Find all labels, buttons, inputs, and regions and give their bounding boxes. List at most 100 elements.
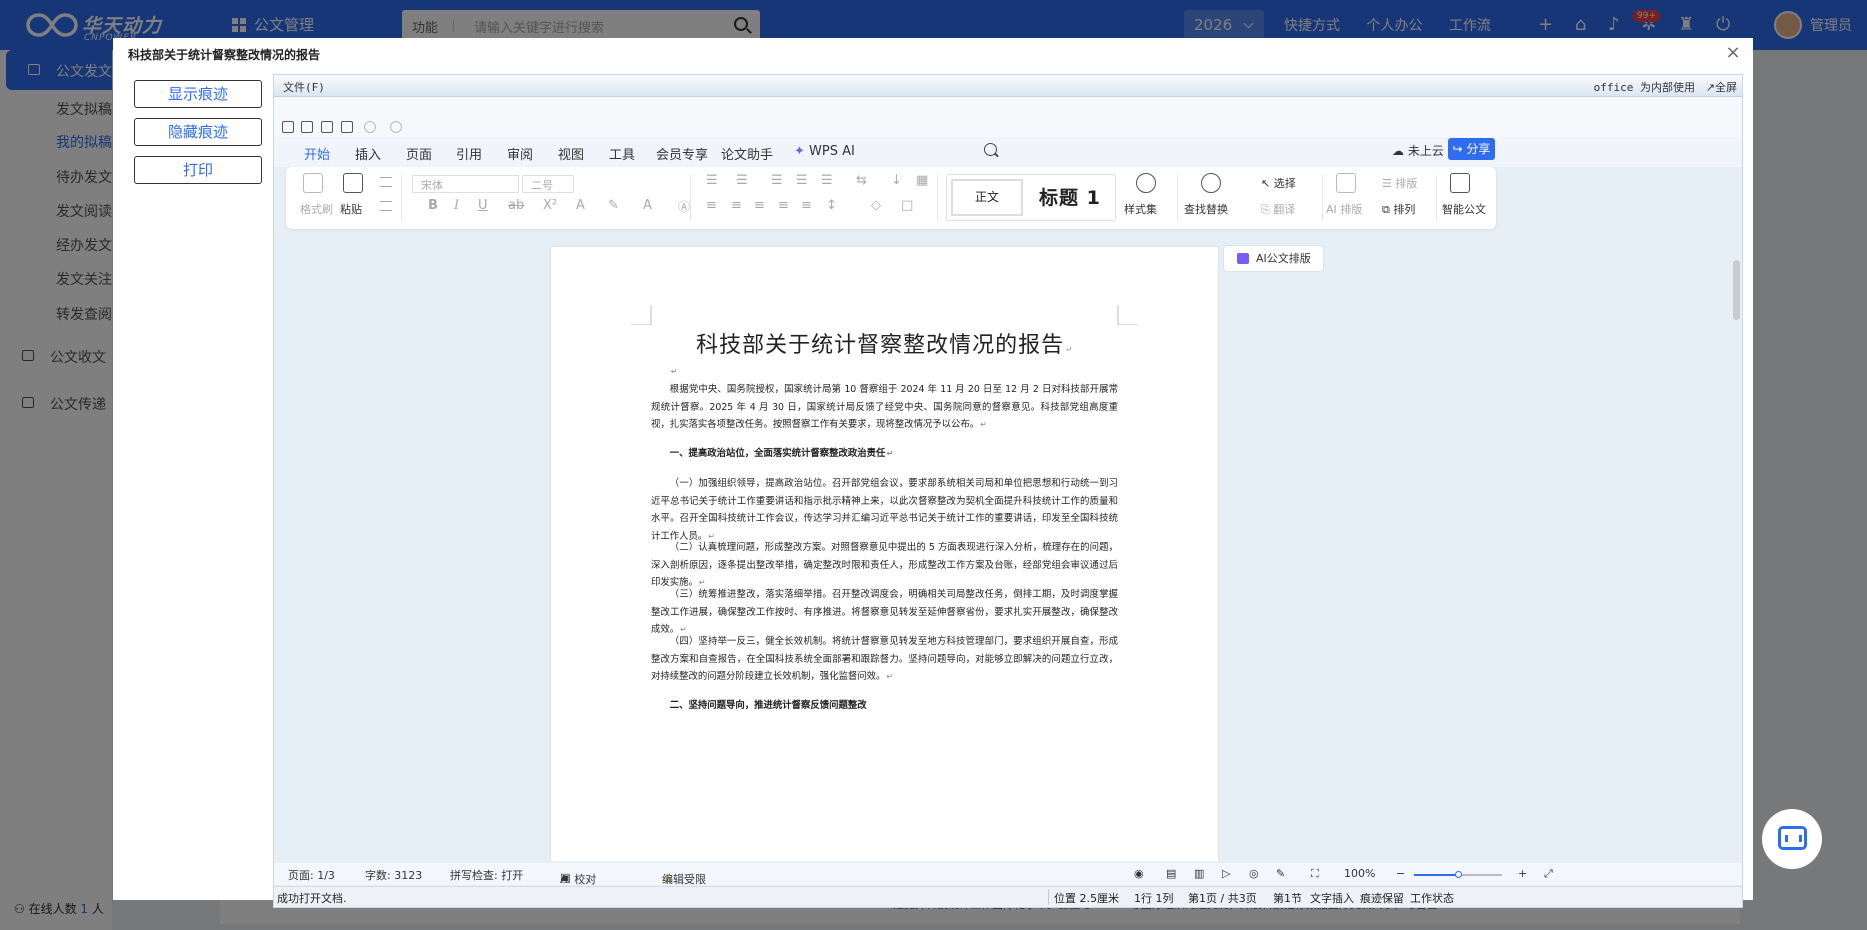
ai-typeset-button[interactable]: AI公文排版 [1223, 245, 1324, 272]
word-count[interactable]: 字数: 3123 [365, 867, 422, 883]
cloud-status[interactable]: ☁ 未上云 [1392, 142, 1444, 159]
new-file-icon[interactable] [282, 121, 294, 133]
char-border-icon[interactable]: Ⓐ [678, 198, 690, 215]
strikethrough-icon[interactable]: ab [508, 198, 524, 213]
document-title[interactable]: 科技部关于统计督察整改情况的报告↵ [551, 327, 1218, 359]
find-icon[interactable] [1201, 173, 1221, 193]
show-revisions-button[interactable]: 显示痕迹 [134, 80, 262, 108]
font-color-icon[interactable]: A [643, 198, 652, 213]
smart-doc-label[interactable]: 智能公文 [1442, 201, 1486, 217]
tab-member[interactable]: 会员专享 [656, 144, 708, 163]
read-mode-icon[interactable]: ◉ [1134, 867, 1144, 880]
ai-typeset-label[interactable]: AI 排版 [1326, 201, 1362, 217]
tab-reference[interactable]: 引用 [456, 144, 482, 163]
zoom-knob[interactable] [1455, 871, 1462, 878]
section-heading[interactable]: 二、坚持问题导向，推进统计督察反馈问题整改 [651, 697, 1118, 715]
vertical-scrollbar[interactable] [1731, 235, 1742, 697]
tab-thesis[interactable]: 论文助手 [721, 144, 773, 163]
web-view-icon[interactable]: ◎ [1249, 867, 1259, 880]
copy-icon[interactable] [380, 201, 392, 211]
save-icon[interactable] [321, 121, 333, 133]
find-replace-label[interactable]: 查找替换 [1184, 201, 1228, 217]
tab-view[interactable]: 视图 [558, 144, 584, 163]
zoom-in-icon[interactable]: + [1518, 867, 1527, 880]
text-effect-icon[interactable]: A [576, 198, 585, 213]
open-folder-icon[interactable] [301, 121, 313, 133]
grid-icon[interactable]: ▦ [916, 173, 928, 188]
pen-icon[interactable]: ✎ [1276, 867, 1285, 880]
tab-review[interactable]: 审阅 [507, 144, 533, 163]
search-icon[interactable] [984, 143, 997, 156]
zoom-level[interactable]: 100% [1344, 867, 1375, 880]
paste-icon[interactable] [343, 173, 363, 193]
paragraph[interactable]: 根据党中央、国务院授权，国家统计局第 10 督察组于 2024 年 11 月 2… [651, 381, 1118, 434]
zoom-slider[interactable] [1414, 871, 1502, 878]
select-button[interactable]: ↖ 选择 [1261, 175, 1296, 191]
bold-icon[interactable]: B [428, 198, 438, 213]
outdent-icon[interactable]: ☰ [771, 173, 783, 188]
section-heading[interactable]: 一、提高政治站位，全面落实统计督察整改政治责任↵ [651, 445, 1118, 463]
track-changes-status[interactable]: 痕迹保留 [1360, 890, 1404, 906]
superscript-icon[interactable]: X² [543, 198, 557, 213]
zoom-out-icon[interactable]: − [1396, 867, 1405, 880]
paragraph[interactable]: （三）统筹推进整改，落实落细举措。召开整改调度会，明确相关司局整改任务，倒排工期… [651, 586, 1118, 639]
empty-line[interactable]: ↵ [651, 363, 1118, 381]
page-view-icon[interactable]: ▤ [1166, 867, 1176, 880]
print-icon[interactable] [341, 121, 353, 133]
document-canvas[interactable]: 科技部关于统计督察整改情况的报告↵ ↵ 根据党中央、国务院授权，国家统计局第 1… [274, 235, 1728, 861]
style-set-label[interactable]: 样式集 [1124, 201, 1157, 217]
print-button[interactable]: 打印 [134, 156, 262, 184]
format-painter-label[interactable]: 格式刷 [300, 201, 333, 217]
close-icon[interactable]: × [1723, 42, 1743, 63]
play-icon[interactable]: ▷ [1222, 867, 1230, 880]
sort-icon[interactable]: ☰ [821, 173, 833, 188]
share-button[interactable]: ↪ 分享 [1448, 138, 1495, 160]
style-set-icon[interactable] [1136, 173, 1156, 193]
smart-doc-icon[interactable] [1450, 173, 1470, 193]
italic-icon[interactable]: I [454, 198, 459, 213]
bullet-list-icon[interactable]: ☰ [706, 173, 718, 188]
paragraph[interactable]: （四）坚持举一反三，健全长效机制。将统计督察意见转发至地方科技管理部门，要求组织… [651, 633, 1118, 686]
paragraph[interactable]: （一）加强组织领导，提高政治站位。召开部党组会议，要求部系统相关司局和单位把思想… [651, 475, 1118, 545]
format-painter-icon[interactable] [303, 173, 323, 193]
tab-home[interactable]: 开始 [301, 144, 333, 170]
undo-icon[interactable] [364, 121, 376, 133]
redo-icon[interactable] [390, 121, 402, 133]
para-spacing-icon[interactable]: ↕ [826, 198, 837, 213]
ai-typeset-icon[interactable] [1336, 173, 1356, 193]
font-size-select[interactable]: 二号 [522, 175, 574, 193]
font-family-select[interactable]: 宋体 [412, 175, 519, 193]
numbered-list-icon[interactable]: ☰ [736, 173, 748, 188]
chat-button[interactable] [1762, 809, 1822, 869]
line-spacing-icon[interactable]: ⇆ [856, 173, 867, 188]
justify-icon[interactable]: ≡ [778, 198, 789, 213]
show-marks-icon[interactable]: ↓ [891, 173, 902, 188]
align-right-icon[interactable]: ≡ [754, 198, 765, 213]
align-center-icon[interactable]: ≡ [731, 198, 742, 213]
distribute-icon[interactable]: ≡ [801, 198, 812, 213]
style-heading-1[interactable]: 标题 1 [1039, 183, 1101, 210]
outline-view-icon[interactable]: ▥ [1194, 867, 1204, 880]
underline-icon[interactable]: U [478, 198, 488, 213]
tab-insert[interactable]: 插入 [355, 144, 381, 163]
fullscreen-icon[interactable]: ⤢ [1544, 867, 1553, 881]
border-icon[interactable]: □ [901, 198, 913, 213]
tab-tools[interactable]: 工具 [609, 144, 635, 163]
fit-page-icon[interactable]: ⛶ [1311, 867, 1319, 881]
paragraph[interactable]: （二）认真梳理问题，形成整改方案。对照督察意见中提出的 5 方面表现进行深入分析… [651, 539, 1118, 592]
cut-icon[interactable] [380, 177, 392, 187]
paste-label[interactable]: 粘贴 [340, 201, 362, 217]
shading-icon[interactable]: ◇ [871, 198, 881, 213]
document-page[interactable]: 科技部关于统计督察整改情况的报告↵ ↵ 根据党中央、国务院授权，国家统计局第 1… [551, 247, 1218, 861]
arrange-button[interactable]: ⧉ 排列 [1382, 201, 1415, 217]
indent-icon[interactable]: ☰ [796, 173, 808, 188]
page-count[interactable]: 页面: 1/3 [288, 867, 335, 883]
typeset-button[interactable]: ☰ 排版 [1382, 175, 1417, 191]
tab-wps-ai[interactable]: ✦ WPS AI [794, 144, 855, 159]
tab-page[interactable]: 页面 [406, 144, 432, 163]
highlight-icon[interactable]: ✎ [608, 198, 619, 213]
align-left-icon[interactable]: ≡ [706, 198, 717, 213]
spell-check[interactable]: 拼写检查: 打开 [450, 867, 523, 883]
translate-button[interactable]: ⎘ 翻译 [1261, 201, 1295, 217]
insert-mode[interactable]: 文字插入 [1310, 890, 1354, 906]
